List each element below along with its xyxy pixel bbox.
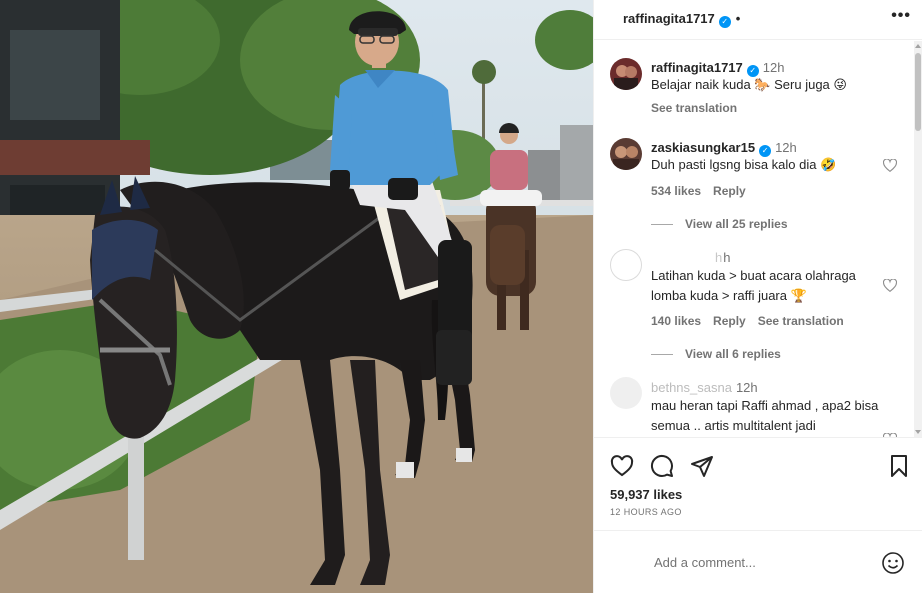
scroll-down-arrow-icon[interactable]: [915, 430, 921, 434]
post-time-ago[interactable]: 12 HOURS AGO: [610, 507, 682, 517]
comment-text: Duh pasti lgsng bisa kalo dia 🤣: [651, 157, 837, 172]
reply-button[interactable]: Reply: [713, 314, 746, 328]
comment-bubble-icon[interactable]: [650, 454, 674, 478]
add-comment-bar: Add a comment...: [594, 530, 922, 593]
comments-scrollbar[interactable]: [914, 41, 922, 437]
post-author-name[interactable]: raffinagita1717: [623, 11, 715, 26]
comment-time[interactable]: 12h: [736, 380, 758, 395]
comment-time[interactable]: h: [723, 250, 730, 265]
replies-line: [651, 224, 673, 226]
comment-meta: 534 likes Reply: [651, 184, 758, 198]
horse-riding-photo: [0, 0, 593, 593]
likes-count[interactable]: 59,937 likes: [610, 487, 682, 502]
add-comment-input[interactable]: Add a comment...: [654, 555, 756, 570]
see-translation-link[interactable]: See translation: [758, 314, 844, 328]
view-replies-text[interactable]: View all 6 replies: [685, 347, 781, 361]
more-options-icon[interactable]: •••: [891, 7, 911, 25]
post-author[interactable]: raffinagita1717 ✓ •: [623, 11, 740, 28]
share-paper-plane-icon[interactable]: [690, 454, 714, 478]
separator-dot: •: [735, 11, 741, 26]
scrollbar-thumb[interactable]: [915, 53, 921, 131]
comment-text: mau heran tapi Raffi ahmad , apa2 bisa s…: [651, 398, 879, 433]
avatar[interactable]: [610, 377, 642, 409]
reply-button[interactable]: Reply: [713, 184, 746, 198]
verified-badge-icon: ✓: [718, 16, 731, 28]
avatar[interactable]: [610, 58, 642, 90]
comment-likes[interactable]: 140 likes: [651, 314, 701, 328]
caption-time[interactable]: 12h: [763, 60, 785, 75]
view-replies-text[interactable]: View all 25 replies: [685, 217, 788, 231]
like-comment-heart-icon[interactable]: [883, 159, 897, 172]
comments-list: raffinagita1717 ✓ 12h Belajar naik kuda 🐎 …: [594, 41, 922, 437]
post-side-panel: raffinagita1717 ✓ • ••• raffinagita1717 ✓ 12…: [593, 0, 922, 593]
comment-username[interactable]: h: [715, 250, 722, 265]
like-heart-icon[interactable]: [610, 454, 634, 478]
replies-line: [651, 354, 673, 356]
avatar[interactable]: [610, 249, 642, 281]
avatar[interactable]: [610, 138, 642, 170]
view-replies-link[interactable]: View all 25 replies: [651, 217, 788, 231]
see-translation-link[interactable]: See translation: [651, 101, 737, 115]
action-bar: 59,937 likes 12 HOURS AGO: [594, 437, 922, 527]
scroll-up-arrow-icon[interactable]: [915, 44, 921, 48]
view-replies-link[interactable]: View all 6 replies: [651, 347, 781, 361]
comment-likes[interactable]: 534 likes: [651, 184, 701, 198]
like-comment-heart-icon[interactable]: [883, 279, 897, 292]
caption-text: Belajar naik kuda 🐎 Seru juga 😜: [651, 77, 847, 92]
post-header: raffinagita1717 ✓ • •••: [594, 0, 922, 40]
comment-meta: 140 likes Reply See translation: [651, 314, 856, 328]
comment-time[interactable]: 12h: [775, 140, 797, 155]
comment-username[interactable]: bethns_sasna: [651, 380, 732, 395]
caption-username[interactable]: raffinagita1717: [651, 60, 743, 75]
save-bookmark-icon[interactable]: [887, 454, 911, 478]
comment-username[interactable]: zaskiasungkar15: [651, 140, 755, 155]
post-photo[interactable]: [0, 0, 593, 593]
emoji-smiley-icon[interactable]: [881, 551, 905, 575]
comment-text: Latihan kuda > buat acara olahraga lomba…: [651, 268, 856, 303]
